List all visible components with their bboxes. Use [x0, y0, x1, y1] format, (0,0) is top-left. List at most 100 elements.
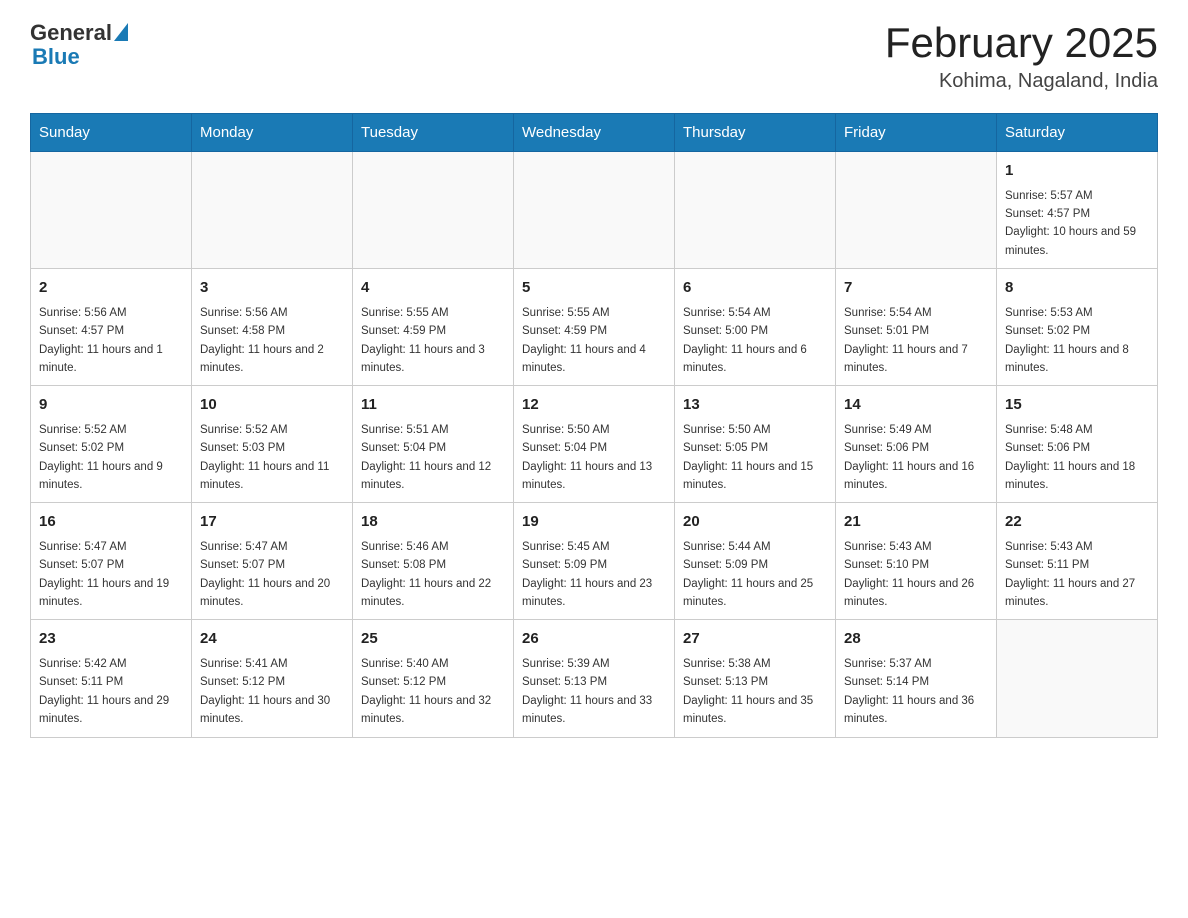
day-number: 13 [683, 394, 827, 417]
day-number: 20 [683, 511, 827, 534]
day-number: 15 [1005, 394, 1149, 417]
calendar-day-cell: 11 Sunrise: 5:51 AMSunset: 5:04 PMDayligh… [353, 386, 514, 503]
calendar-day-cell: 18 Sunrise: 5:46 AMSunset: 5:08 PMDayligh… [353, 503, 514, 620]
calendar-day-header: Monday [192, 114, 353, 152]
day-info: Sunrise: 5:42 AMSunset: 5:11 PMDaylight:… [39, 655, 183, 729]
calendar-day-cell: 14 Sunrise: 5:49 AMSunset: 5:06 PMDayligh… [836, 386, 997, 503]
calendar-day-cell: 9 Sunrise: 5:52 AMSunset: 5:02 PMDaylight… [31, 386, 192, 503]
page-header: General Blue February 2025 Kohima, Nagal… [30, 20, 1158, 93]
day-info: Sunrise: 5:44 AMSunset: 5:09 PMDaylight:… [683, 538, 827, 612]
calendar-day-cell: 23 Sunrise: 5:42 AMSunset: 5:11 PMDayligh… [31, 620, 192, 737]
calendar-day-cell: 10 Sunrise: 5:52 AMSunset: 5:03 PMDayligh… [192, 386, 353, 503]
day-info: Sunrise: 5:55 AMSunset: 4:59 PMDaylight:… [361, 304, 505, 378]
calendar-day-cell [997, 620, 1158, 737]
day-info: Sunrise: 5:54 AMSunset: 5:01 PMDaylight:… [844, 304, 988, 378]
day-info: Sunrise: 5:48 AMSunset: 5:06 PMDaylight:… [1005, 421, 1149, 495]
calendar-day-cell [192, 152, 353, 269]
calendar-day-cell: 24 Sunrise: 5:41 AMSunset: 5:12 PMDayligh… [192, 620, 353, 737]
calendar-day-cell: 15 Sunrise: 5:48 AMSunset: 5:06 PMDayligh… [997, 386, 1158, 503]
calendar-day-cell: 17 Sunrise: 5:47 AMSunset: 5:07 PMDayligh… [192, 503, 353, 620]
day-number: 24 [200, 628, 344, 651]
calendar-day-cell: 12Sunrise: 5:50 AMSunset: 5:04 PMDayligh… [514, 386, 675, 503]
day-number: 5 [522, 277, 666, 300]
calendar-day-cell: 5 Sunrise: 5:55 AMSunset: 4:59 PMDaylight… [514, 269, 675, 386]
day-info: Sunrise: 5:57 AMSunset: 4:57 PMDaylight:… [1005, 187, 1149, 261]
calendar-day-header: Tuesday [353, 114, 514, 152]
calendar-week-row: 1 Sunrise: 5:57 AMSunset: 4:57 PMDaylight… [31, 152, 1158, 269]
calendar-week-row: 2 Sunrise: 5:56 AMSunset: 4:57 PMDaylight… [31, 269, 1158, 386]
day-info: Sunrise: 5:56 AMSunset: 4:57 PMDaylight:… [39, 304, 183, 378]
day-number: 19 [522, 511, 666, 534]
title-section: February 2025 Kohima, Nagaland, India [885, 20, 1158, 93]
day-number: 1 [1005, 160, 1149, 183]
calendar-day-cell: 13 Sunrise: 5:50 AMSunset: 5:05 PMDayligh… [675, 386, 836, 503]
day-number: 26 [522, 628, 666, 651]
day-info: Sunrise: 5:45 AMSunset: 5:09 PMDaylight:… [522, 538, 666, 612]
month-title: February 2025 [885, 20, 1158, 66]
day-info: Sunrise: 5:47 AMSunset: 5:07 PMDaylight:… [39, 538, 183, 612]
logo-blue-text: Blue [32, 44, 80, 70]
calendar-day-cell: 16 Sunrise: 5:47 AMSunset: 5:07 PMDayligh… [31, 503, 192, 620]
day-number: 18 [361, 511, 505, 534]
logo: General Blue [30, 20, 128, 70]
day-number: 14 [844, 394, 988, 417]
calendar-day-cell: 2 Sunrise: 5:56 AMSunset: 4:57 PMDaylight… [31, 269, 192, 386]
day-info: Sunrise: 5:41 AMSunset: 5:12 PMDaylight:… [200, 655, 344, 729]
calendar-day-cell: 20 Sunrise: 5:44 AMSunset: 5:09 PMDayligh… [675, 503, 836, 620]
calendar-day-cell: 4 Sunrise: 5:55 AMSunset: 4:59 PMDaylight… [353, 269, 514, 386]
calendar-day-cell: 1 Sunrise: 5:57 AMSunset: 4:57 PMDaylight… [997, 152, 1158, 269]
calendar-week-row: 16 Sunrise: 5:47 AMSunset: 5:07 PMDayligh… [31, 503, 1158, 620]
calendar-day-cell: 6Sunrise: 5:54 AMSunset: 5:00 PMDaylight… [675, 269, 836, 386]
day-number: 17 [200, 511, 344, 534]
day-info: Sunrise: 5:38 AMSunset: 5:13 PMDaylight:… [683, 655, 827, 729]
calendar-day-cell: 7Sunrise: 5:54 AMSunset: 5:01 PMDaylight… [836, 269, 997, 386]
calendar-day-header: Saturday [997, 114, 1158, 152]
day-info: Sunrise: 5:40 AMSunset: 5:12 PMDaylight:… [361, 655, 505, 729]
day-number: 16 [39, 511, 183, 534]
day-number: 9 [39, 394, 183, 417]
day-info: Sunrise: 5:37 AMSunset: 5:14 PMDaylight:… [844, 655, 988, 729]
day-number: 25 [361, 628, 505, 651]
calendar-day-cell: 25 Sunrise: 5:40 AMSunset: 5:12 PMDayligh… [353, 620, 514, 737]
day-info: Sunrise: 5:46 AMSunset: 5:08 PMDaylight:… [361, 538, 505, 612]
day-info: Sunrise: 5:43 AMSunset: 5:11 PMDaylight:… [1005, 538, 1149, 612]
calendar-day-header: Sunday [31, 114, 192, 152]
day-number: 6 [683, 277, 827, 300]
day-info: Sunrise: 5:52 AMSunset: 5:03 PMDaylight:… [200, 421, 344, 495]
day-info: Sunrise: 5:51 AMSunset: 5:04 PMDaylight:… [361, 421, 505, 495]
calendar-day-cell: 28 Sunrise: 5:37 AMSunset: 5:14 PMDayligh… [836, 620, 997, 737]
day-number: 21 [844, 511, 988, 534]
day-info: Sunrise: 5:39 AMSunset: 5:13 PMDaylight:… [522, 655, 666, 729]
day-info: Sunrise: 5:43 AMSunset: 5:10 PMDaylight:… [844, 538, 988, 612]
day-info: Sunrise: 5:52 AMSunset: 5:02 PMDaylight:… [39, 421, 183, 495]
calendar-day-cell: 27Sunrise: 5:38 AMSunset: 5:13 PMDayligh… [675, 620, 836, 737]
day-number: 11 [361, 394, 505, 417]
calendar-day-cell: 22 Sunrise: 5:43 AMSunset: 5:11 PMDayligh… [997, 503, 1158, 620]
day-info: Sunrise: 5:47 AMSunset: 5:07 PMDaylight:… [200, 538, 344, 612]
logo-triangle-icon [114, 23, 128, 41]
calendar-day-cell: 21 Sunrise: 5:43 AMSunset: 5:10 PMDayligh… [836, 503, 997, 620]
day-number: 2 [39, 277, 183, 300]
day-info: Sunrise: 5:53 AMSunset: 5:02 PMDaylight:… [1005, 304, 1149, 378]
day-number: 22 [1005, 511, 1149, 534]
calendar-day-cell: 26 Sunrise: 5:39 AMSunset: 5:13 PMDayligh… [514, 620, 675, 737]
day-number: 3 [200, 277, 344, 300]
day-info: Sunrise: 5:49 AMSunset: 5:06 PMDaylight:… [844, 421, 988, 495]
location: Kohima, Nagaland, India [885, 70, 1158, 93]
day-info: Sunrise: 5:50 AMSunset: 5:04 PMDaylight:… [522, 421, 666, 495]
calendar-day-cell [514, 152, 675, 269]
calendar-day-header: Wednesday [514, 114, 675, 152]
day-number: 10 [200, 394, 344, 417]
calendar-day-cell [353, 152, 514, 269]
day-number: 28 [844, 628, 988, 651]
calendar-day-header: Thursday [675, 114, 836, 152]
day-number: 23 [39, 628, 183, 651]
calendar-day-cell: 19 Sunrise: 5:45 AMSunset: 5:09 PMDayligh… [514, 503, 675, 620]
day-number: 8 [1005, 277, 1149, 300]
logo-general-text: General [30, 20, 112, 46]
day-info: Sunrise: 5:55 AMSunset: 4:59 PMDaylight:… [522, 304, 666, 378]
calendar-day-cell: 8 Sunrise: 5:53 AMSunset: 5:02 PMDaylight… [997, 269, 1158, 386]
day-info: Sunrise: 5:50 AMSunset: 5:05 PMDaylight:… [683, 421, 827, 495]
calendar-week-row: 23 Sunrise: 5:42 AMSunset: 5:11 PMDayligh… [31, 620, 1158, 737]
day-number: 4 [361, 277, 505, 300]
